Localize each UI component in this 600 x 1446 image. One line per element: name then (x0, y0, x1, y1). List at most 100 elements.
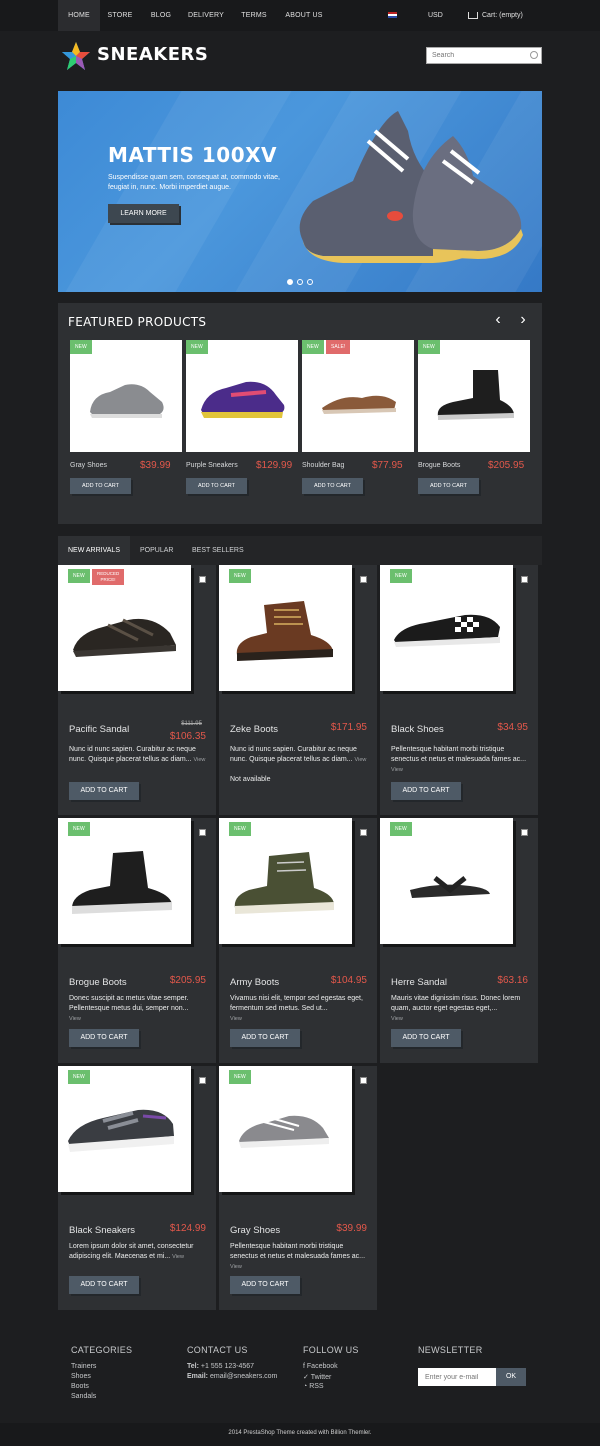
product-image[interactable] (219, 1066, 352, 1192)
slider-dot-3[interactable] (307, 279, 313, 285)
product-name[interactable]: Gray Shoes (70, 462, 107, 469)
compare-checkbox[interactable] (199, 829, 206, 836)
email-label: Email: (187, 1373, 209, 1380)
product-image[interactable] (186, 340, 298, 452)
view-link[interactable]: View (230, 1264, 242, 1270)
next-arrow-icon[interactable]: › (516, 311, 530, 329)
rss-icon: ◔ (303, 1383, 308, 1390)
nav-home[interactable]: HOME (58, 0, 100, 31)
search-input[interactable] (427, 48, 527, 63)
view-link[interactable]: View (172, 1254, 184, 1260)
product-name[interactable]: Purple Sneakers (186, 462, 238, 469)
compare-checkbox[interactable] (360, 829, 367, 836)
hero-title: MATTIS 100XV (108, 143, 278, 167)
add-to-cart-button[interactable]: ADD TO CART (69, 1029, 139, 1047)
nav-store[interactable]: STORE (101, 0, 139, 31)
logo-text[interactable]: SNEAKERS (97, 44, 208, 65)
add-to-cart-button[interactable]: ADD TO CART (230, 1276, 300, 1294)
add-to-cart-button[interactable]: ADD TO CART (302, 478, 363, 494)
view-link[interactable]: View (194, 757, 206, 763)
view-link[interactable]: View (355, 757, 367, 763)
view-link[interactable]: View (230, 1016, 242, 1022)
product-name[interactable]: Zeke Boots (230, 724, 278, 735)
add-to-cart-button[interactable]: ADD TO CART (70, 478, 131, 494)
compare-checkbox[interactable] (199, 1077, 206, 1084)
compare-checkbox[interactable] (521, 829, 528, 836)
add-to-cart-button[interactable]: ADD TO CART (230, 1029, 300, 1047)
new-badge: NEW (70, 340, 92, 354)
product-image[interactable] (58, 565, 191, 691)
us-flag-icon[interactable] (388, 12, 397, 18)
cart-link[interactable]: Cart: (empty) (468, 0, 523, 31)
tab-popular[interactable]: POPULAR (130, 536, 183, 565)
product-card: NEW Gray Shoes $39.99 Pellentesque habit… (219, 1066, 377, 1310)
nav-delivery[interactable]: DELIVERY (183, 0, 229, 31)
description-text: Nunc id nunc sapien. Curabitur ac neque … (230, 746, 357, 763)
product-image[interactable] (219, 565, 352, 691)
nav-blog[interactable]: BLOG (143, 0, 179, 31)
twitter-link[interactable]: ✓ Twitter (303, 1373, 331, 1381)
add-to-cart-button[interactable]: ADD TO CART (391, 782, 461, 800)
prev-arrow-icon[interactable]: ‹ (491, 311, 505, 329)
category-link[interactable]: Shoes (71, 1373, 91, 1380)
twitter-icon: ✓ (303, 1374, 309, 1381)
category-link[interactable]: Sandals (71, 1393, 96, 1400)
add-to-cart-button[interactable]: ADD TO CART (391, 1029, 461, 1047)
category-link[interactable]: Trainers (71, 1363, 96, 1370)
product-name[interactable]: Black Sneakers (69, 1225, 135, 1236)
product-description: Pellentesque habitant morbi tristique se… (391, 745, 534, 775)
product-image[interactable] (58, 818, 191, 944)
product-image[interactable] (219, 818, 352, 944)
product-name[interactable]: Shoulder Bag (302, 462, 344, 469)
nav-terms[interactable]: TERMS (233, 0, 275, 31)
tab-new-arrivals[interactable]: NEW ARRIVALS (58, 536, 130, 565)
currency-selector[interactable]: USD (428, 0, 443, 31)
product-name[interactable]: Gray Shoes (230, 1225, 280, 1236)
tab-best-sellers[interactable]: BEST SELLERS (182, 536, 254, 565)
add-to-cart-button[interactable]: ADD TO CART (418, 478, 479, 494)
nav-about-us[interactable]: ABOUT US (279, 0, 329, 31)
product-image[interactable] (418, 340, 530, 452)
product-image[interactable] (302, 340, 414, 452)
description-text: Donec suscipit ac metus vitae semper. Pe… (69, 995, 189, 1012)
product-image[interactable] (70, 340, 182, 452)
view-link[interactable]: View (391, 767, 403, 773)
add-to-cart-button[interactable]: ADD TO CART (69, 782, 139, 800)
product-image[interactable] (380, 565, 513, 691)
description-text: Vivamus nisi elit, tempor sed egestas eg… (230, 995, 363, 1012)
product-name[interactable]: Brogue Boots (418, 462, 460, 469)
facebook-link[interactable]: f Facebook (303, 1363, 338, 1370)
rss-label: RSS (309, 1383, 324, 1390)
logo-star-icon[interactable] (61, 41, 91, 71)
tel-label: Tel: (187, 1363, 199, 1370)
newsletter-submit-button[interactable]: OK (496, 1368, 526, 1386)
compare-checkbox[interactable] (199, 576, 206, 583)
product-name[interactable]: Brogue Boots (69, 977, 127, 988)
newsletter-email-input[interactable] (418, 1368, 496, 1386)
featured-title: FEATURED PRODUCTS (68, 315, 207, 329)
new-badge: NEW (186, 340, 208, 354)
product-image[interactable] (380, 818, 513, 944)
rss-link[interactable]: ◔ RSS (303, 1383, 324, 1390)
add-to-cart-button[interactable]: ADD TO CART (186, 478, 247, 494)
compare-checkbox[interactable] (360, 1077, 367, 1084)
compare-checkbox[interactable] (521, 576, 528, 583)
compare-checkbox[interactable] (360, 576, 367, 583)
add-to-cart-button[interactable]: ADD TO CART (69, 1276, 139, 1294)
product-name[interactable]: Black Shoes (391, 724, 444, 735)
search-icon[interactable] (530, 51, 538, 59)
view-link[interactable]: View (391, 1016, 403, 1022)
product-name[interactable]: Army Boots (230, 977, 279, 988)
product-name[interactable]: Herre Sandal (391, 977, 447, 988)
facebook-label: Facebook (306, 1363, 338, 1370)
slider-dot-2[interactable] (297, 279, 303, 285)
email-link[interactable]: email@sneakers.com (210, 1373, 277, 1380)
contact-phone: Tel: +1 555 123-4567 (187, 1363, 254, 1370)
view-link[interactable]: View (69, 1016, 81, 1022)
category-link[interactable]: Boots (71, 1383, 89, 1390)
slider-dot-1[interactable] (287, 279, 293, 285)
product-image[interactable] (58, 1066, 191, 1192)
learn-more-button[interactable]: LEARN MORE (108, 204, 179, 223)
product-name[interactable]: Pacific Sandal (69, 724, 129, 735)
new-badge: NEW (68, 1070, 90, 1084)
